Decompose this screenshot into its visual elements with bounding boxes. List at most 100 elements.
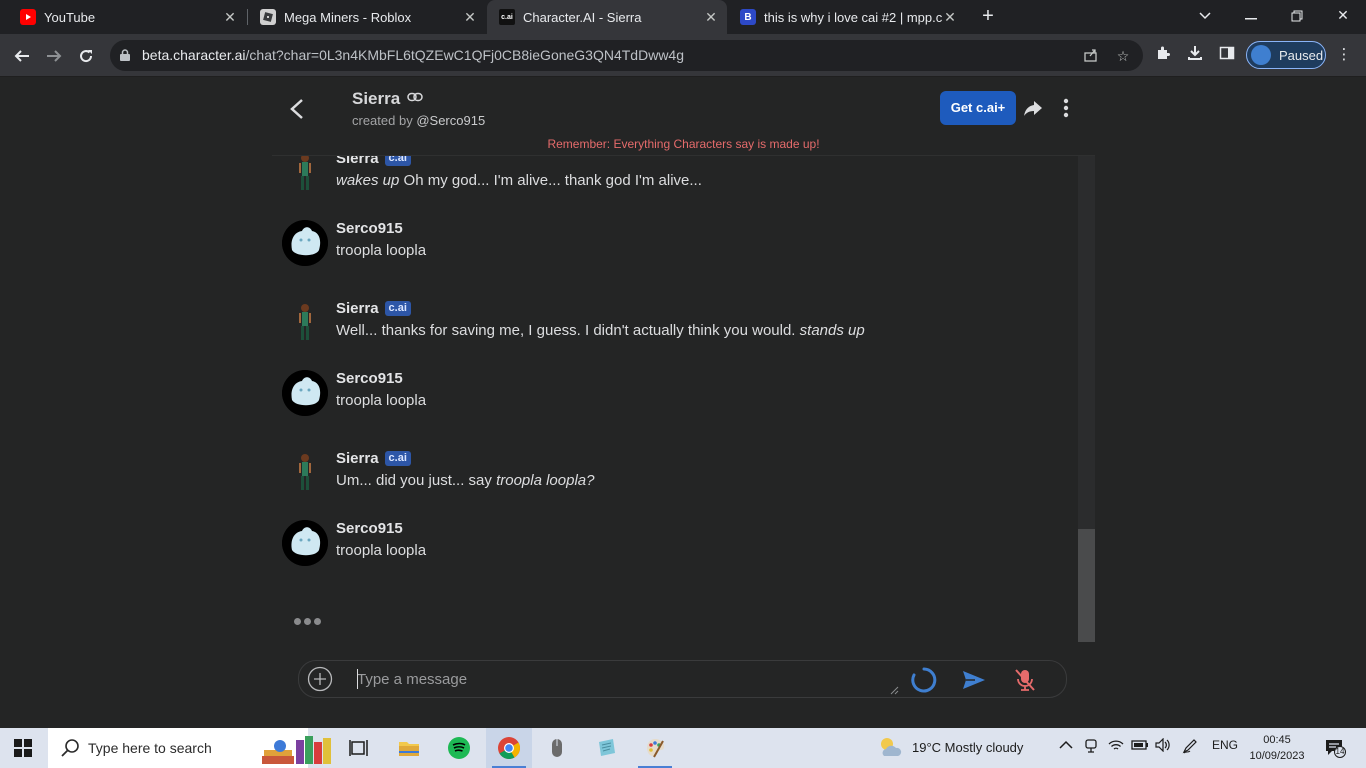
message-text: troopla loopla [336, 542, 427, 559]
text-caret [357, 669, 358, 689]
message-author: Serco915 [336, 520, 403, 537]
tab-roblox[interactable]: Mega Miners - Roblox ✕ [248, 0, 486, 34]
reload-icon[interactable] [73, 43, 99, 69]
chat-message: Serco915 troopla loopla [282, 370, 1062, 418]
bereal-icon: B [740, 9, 756, 25]
loading-spinner-icon [911, 667, 937, 693]
chevron-left-icon[interactable] [286, 96, 308, 122]
message-author: Sierra c.ai [336, 450, 411, 467]
message-text: troopla loopla [336, 242, 427, 259]
character-avatar [299, 304, 311, 340]
windows-start-icon[interactable] [14, 739, 32, 757]
task-view-icon [349, 740, 368, 756]
close-icon[interactable]: ✕ [222, 9, 238, 26]
more-options-icon[interactable] [1056, 96, 1076, 120]
message-author: Sierra c.ai [336, 156, 411, 167]
paint-palette-icon [647, 739, 665, 758]
message-author: Serco915 [336, 220, 403, 237]
new-tab-icon[interactable]: + [977, 5, 999, 27]
paint-app-button[interactable] [632, 728, 678, 768]
minimize-icon[interactable] [1228, 0, 1274, 34]
tab-mpp[interactable]: B this is why i love cai #2 | mpp.con ✕ [728, 0, 966, 34]
screen: YouTube ✕ Mega Miners - Roblox ✕ c.ai Ch… [0, 0, 1366, 768]
disclaimer-text: Remember: Everything Characters say is m… [547, 137, 820, 151]
mouse-icon [552, 739, 562, 757]
get-cai-plus-button[interactable]: Get c.ai+ [940, 91, 1016, 125]
message-text: troopla loopla [336, 392, 427, 409]
download-icon[interactable] [1185, 45, 1205, 65]
wifi-icon[interactable] [1108, 738, 1124, 755]
message-text: Um... did you just... say troopla loopla… [336, 472, 595, 489]
share-icon[interactable] [1022, 97, 1044, 119]
search-icon [61, 739, 79, 757]
battery-icon[interactable] [1131, 738, 1149, 755]
link-icon [407, 92, 423, 102]
mouse-app-button[interactable] [534, 728, 580, 768]
resize-handle-icon[interactable] [889, 685, 899, 695]
tab-youtube[interactable]: YouTube ✕ [8, 0, 246, 34]
close-icon[interactable]: ✕ [942, 9, 958, 26]
typing-indicator [294, 612, 326, 625]
file-explorer-button[interactable] [386, 728, 432, 768]
message-input[interactable] [357, 667, 897, 691]
side-panel-icon[interactable] [1217, 45, 1237, 65]
weather-cloudy-icon[interactable] [878, 736, 902, 758]
tab-character-ai[interactable]: c.ai Character.AI - Sierra ✕ [487, 0, 727, 34]
extensions-icon[interactable] [1153, 45, 1173, 65]
lock-icon [120, 49, 130, 61]
search-placeholder: Type here to search [88, 740, 212, 756]
add-circle-icon[interactable] [307, 666, 333, 692]
tab-title: YouTube [44, 9, 96, 25]
menu-kebab-icon[interactable]: ⋮ [1334, 45, 1354, 65]
close-icon[interactable]: ✕ [462, 9, 478, 26]
message-text: Well... thanks for saving me, I guess. I… [336, 322, 865, 339]
clock-date: 10/09/2023 [1249, 750, 1305, 762]
back-arrow-icon[interactable] [9, 43, 35, 69]
send-icon[interactable] [961, 668, 987, 692]
pen-icon[interactable] [1182, 738, 1198, 757]
language-indicator[interactable]: ENG [1212, 738, 1238, 752]
profile-paused-button[interactable]: Paused [1246, 41, 1326, 69]
notes-app-button[interactable] [584, 728, 630, 768]
volume-icon[interactable] [1155, 737, 1171, 755]
cai-badge: c.ai [384, 301, 411, 316]
profile-label: Paused [1279, 47, 1324, 63]
scrollbar-thumb[interactable] [1078, 529, 1095, 642]
tab-title: Mega Miners - Roblox [284, 9, 412, 25]
restore-icon[interactable] [1274, 0, 1320, 34]
tab-search-icon[interactable] [1182, 0, 1228, 34]
weather-text[interactable]: 19°C Mostly cloudy [912, 740, 1023, 755]
chat-message: Serco915 troopla loopla [282, 520, 1062, 568]
microphone-off-icon[interactable] [1013, 667, 1037, 693]
user-avatar [282, 220, 328, 266]
task-view-button[interactable] [336, 728, 382, 768]
spotify-button[interactable] [436, 728, 482, 768]
bookmark-star-icon[interactable]: ☆ [1114, 47, 1132, 65]
cai-badge: c.ai [384, 451, 411, 466]
tab-strip: YouTube ✕ Mega Miners - Roblox ✕ c.ai Ch… [0, 0, 1366, 34]
address-bar[interactable]: beta.character.ai/chat?char=0L3n4KMbFL6t… [110, 40, 1143, 71]
message-author: Serco915 [336, 370, 403, 387]
sticky-notes-icon [599, 739, 615, 756]
close-window-icon[interactable]: ✕ [1320, 0, 1366, 34]
user-avatar [282, 370, 328, 416]
chat-message: Sierra c.ai Well... thanks for saving me,… [282, 300, 1062, 348]
meet-now-icon[interactable] [1084, 738, 1098, 757]
avatar [1251, 45, 1271, 65]
notification-icon[interactable]: 14 [1324, 738, 1346, 758]
chat-history: Sierra c.ai wakes up Oh my god... I'm ali… [272, 155, 1095, 642]
message-composer [298, 660, 1067, 698]
share-page-icon[interactable] [1082, 47, 1100, 65]
character-ai-icon: c.ai [499, 9, 515, 25]
folder-icon [399, 742, 419, 756]
creator-link[interactable]: @Serco915 [416, 113, 485, 128]
chat-message: Sierra c.ai Um... did you just... say tro… [282, 450, 1062, 498]
character-name[interactable]: Sierra [352, 89, 423, 109]
chat-message: Serco915 troopla loopla [282, 220, 1062, 268]
chevron-up-icon[interactable] [1059, 738, 1073, 753]
forward-arrow-icon[interactable] [41, 43, 67, 69]
clock[interactable]: 00:45 10/09/2023 [1246, 732, 1308, 764]
close-icon[interactable]: ✕ [703, 9, 719, 26]
chrome-button[interactable] [486, 728, 532, 768]
tab-title: Character.AI - Sierra [523, 9, 642, 25]
